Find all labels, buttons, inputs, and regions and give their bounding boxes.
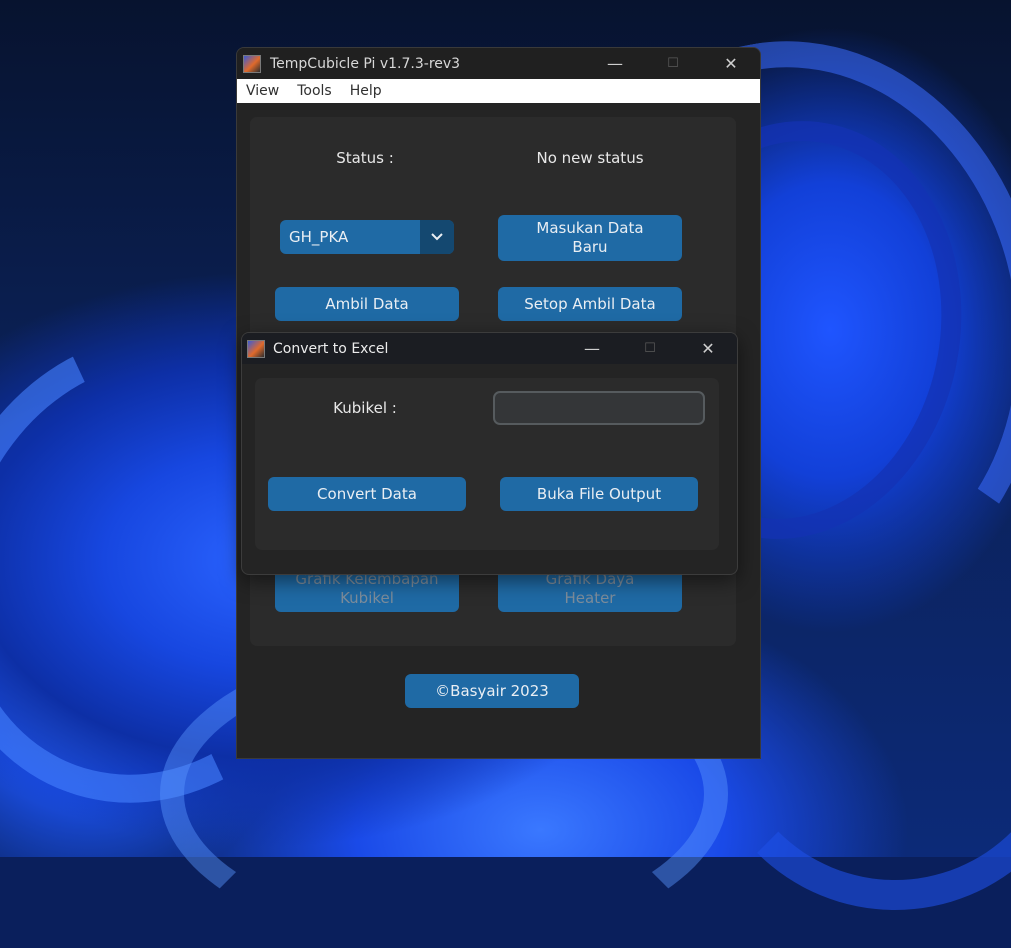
buka-file-output-button[interactable]: Buka File Output (500, 477, 698, 511)
dialog-maximize-button[interactable]: ☐ (621, 333, 679, 364)
dialog-app-icon (247, 339, 265, 358)
convert-to-excel-dialog: Convert to Excel — ☐ ✕ Kubikel : Convert… (241, 332, 738, 575)
minimize-icon: — (607, 54, 623, 73)
dialog-titlebar[interactable]: Convert to Excel — ☐ ✕ (242, 333, 737, 364)
main-titlebar[interactable]: TempCubicle Pi v1.7.3-rev3 — ☐ ✕ (237, 48, 760, 79)
dialog-panel: Kubikel : Convert Data Buka File Output (255, 378, 719, 550)
menubar: View Tools Help (237, 79, 760, 103)
copyright-button[interactable]: ©Basyair 2023 (405, 674, 579, 708)
maximize-icon: ☐ (644, 341, 656, 356)
app-icon (243, 54, 261, 73)
minimize-icon: — (584, 339, 600, 358)
maximize-icon: ☐ (667, 56, 679, 71)
setop-ambil-data-button[interactable]: Setop Ambil Data (498, 287, 682, 321)
close-icon: ✕ (701, 339, 715, 358)
menu-tools[interactable]: Tools (288, 83, 341, 99)
ambil-data-button[interactable]: Ambil Data (275, 287, 459, 321)
menu-help[interactable]: Help (341, 83, 391, 99)
close-button[interactable]: ✕ (702, 48, 760, 79)
chevron-down-icon[interactable] (420, 220, 454, 254)
dialog-title: Convert to Excel (273, 340, 389, 357)
masukan-data-baru-button[interactable]: Masukan Data Baru (498, 215, 682, 261)
combobox-value: GH_PKA (289, 228, 349, 246)
kubikel-combobox[interactable]: GH_PKA (280, 220, 454, 254)
dialog-minimize-button[interactable]: — (563, 333, 621, 364)
minimize-button[interactable]: — (586, 48, 644, 79)
window-title: TempCubicle Pi v1.7.3-rev3 (270, 55, 461, 72)
menu-view[interactable]: View (237, 83, 288, 99)
close-icon: ✕ (724, 54, 738, 73)
status-label: Status : (336, 149, 394, 167)
convert-data-button[interactable]: Convert Data (268, 477, 466, 511)
dialog-close-button[interactable]: ✕ (679, 333, 737, 364)
kubikel-label: Kubikel : (333, 399, 397, 417)
kubikel-input[interactable] (493, 391, 705, 425)
status-value: No new status (536, 149, 644, 167)
maximize-button[interactable]: ☐ (644, 48, 702, 79)
